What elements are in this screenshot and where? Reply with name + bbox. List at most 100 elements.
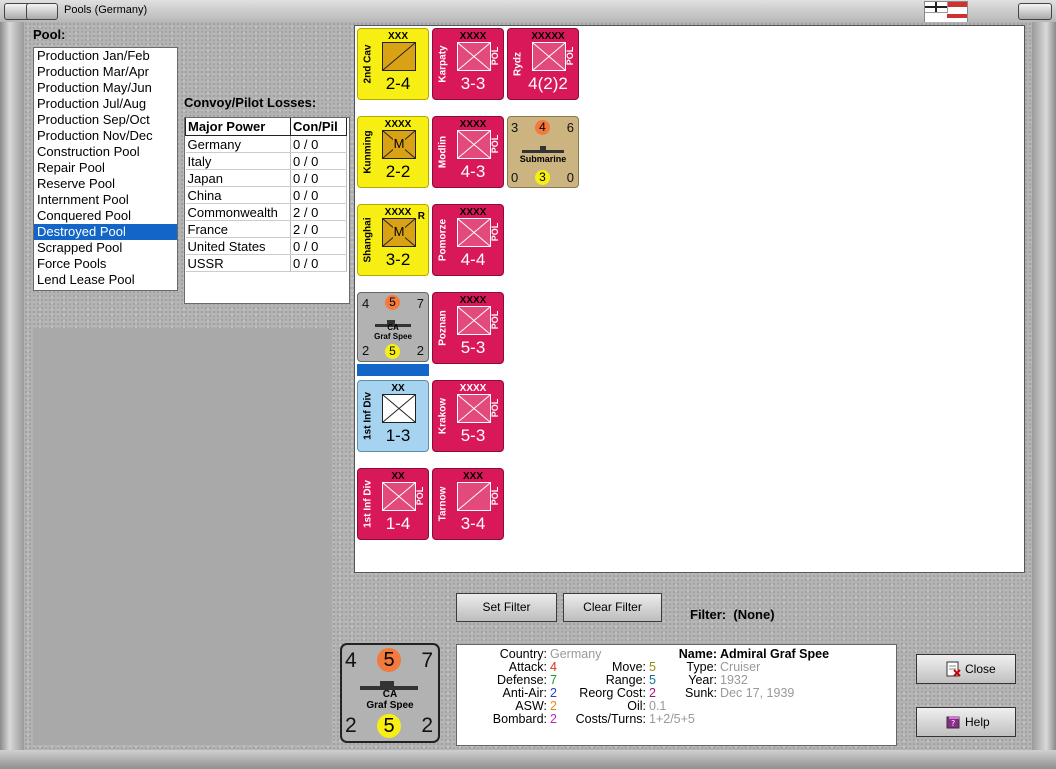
unit-size: XXXX <box>459 295 487 306</box>
convoy-label: Convoy/Pilot Losses: <box>184 95 317 110</box>
window-frame: Pools (Germany) Pool: Production Jan/Feb… <box>0 0 1056 769</box>
pool-item[interactable]: Force Pools <box>34 256 177 272</box>
ship-range: 2 <box>421 714 433 737</box>
pool-item[interactable]: Repair Pool <box>34 160 177 176</box>
infantry-symbol-icon <box>382 394 416 423</box>
counter-display[interactable]: 2nd Cav XXX 2-4 Karpaty XXXX POL 3-3 Ryd… <box>354 25 1025 573</box>
infantry-symbol-icon <box>457 218 491 247</box>
sub-move: 6 <box>566 120 574 135</box>
detail-value: 1932 <box>720 673 748 687</box>
detail-value: 2 <box>550 686 557 700</box>
unit-counter-poznan[interactable]: Poznan XXXX POL 5-3 <box>432 292 504 364</box>
unit-counter-karpaty[interactable]: Karpaty XXXX POL 3-3 <box>432 28 504 100</box>
column-header[interactable]: Con/Pil <box>290 118 347 136</box>
unit-counter-shanghai[interactable]: Shanghai XXXX R M 3-2 <box>357 204 429 276</box>
ship-aa: 2 <box>345 714 357 737</box>
unit-counter-rydz[interactable]: Rydz XXXXX POL 4(2)2 <box>507 28 579 100</box>
set-filter-button[interactable]: Set Filter <box>456 593 557 622</box>
unit-counter-tarnow[interactable]: Tarnow XXX POL 3-4 <box>432 468 504 540</box>
pool-item[interactable]: Production Nov/Dec <box>34 128 177 144</box>
ship-name: Graf Spee <box>366 700 414 711</box>
title-bar: Pools (Germany) <box>0 0 1056 23</box>
unit-size: XXXX <box>459 207 487 218</box>
unit-strength: 1-4 <box>385 514 411 533</box>
unit-size: XXX <box>462 471 483 482</box>
detail-value: Germany <box>550 647 602 661</box>
detail-value: Cruiser <box>720 660 761 674</box>
infantry-symbol-icon <box>457 394 491 423</box>
value-cell: 0 / 0 <box>290 254 347 272</box>
unit-counter-kunming[interactable]: Kunming XXXX M 2-2 <box>357 116 429 188</box>
power-cell: Italy <box>185 152 291 170</box>
value-cell: 0 / 0 <box>290 152 347 170</box>
militia-symbol-icon: M <box>382 130 416 159</box>
pool-list[interactable]: Production Jan/Feb Production Mar/Apr Pr… <box>33 47 178 291</box>
detail-value: 4 <box>550 660 557 674</box>
detail-label: Costs/Turns: <box>575 712 646 726</box>
help-button[interactable]: ? Help <box>916 707 1016 737</box>
power-cell: China <box>185 186 291 204</box>
pool-item[interactable]: Internment Pool <box>34 192 177 208</box>
pool-item-selected[interactable]: Destroyed Pool <box>34 224 177 240</box>
nation-label: POL <box>490 398 500 418</box>
unit-size: XXXX <box>384 207 412 218</box>
help-book-icon: ? <box>945 714 961 730</box>
unit-strength: 4(2)2 <box>528 74 568 93</box>
detail-value: 2 <box>550 712 557 726</box>
clear-filter-button[interactable]: Clear Filter <box>563 593 662 622</box>
value-cell: 0 / 0 <box>290 169 347 187</box>
close-button[interactable]: Close <box>916 654 1016 684</box>
ship-move: 7 <box>416 296 424 311</box>
pool-item[interactable]: Construction Pool <box>34 144 177 160</box>
unit-counter-graf-spee[interactable]: 4 5 7 CA Graf Spee 2 5 2 <box>357 292 429 362</box>
unit-counter-1st-inf-div-pol[interactable]: 1st Inf Div XX POL 1-4 <box>357 468 429 540</box>
detail-label: Sunk: <box>685 686 717 700</box>
unit-counter-krakow[interactable]: Krakow XXXX POL 5-3 <box>432 380 504 452</box>
unit-counter-1st-inf-div[interactable]: 1st Inf Div XX 1-3 <box>357 380 429 452</box>
pool-item[interactable]: Production Jul/Aug <box>34 96 177 112</box>
table-row: Germany 0 / 0 <box>185 135 347 153</box>
pool-item[interactable]: Production Mar/Apr <box>34 64 177 80</box>
pool-item[interactable]: Conquered Pool <box>34 208 177 224</box>
detail-value: 2 <box>649 686 656 700</box>
help-label: Help <box>965 715 990 729</box>
window-close-button[interactable] <box>1018 3 1052 20</box>
restore-button[interactable] <box>26 3 58 20</box>
nation-label: POL <box>490 134 500 154</box>
unit-size: XXXXX <box>531 31 565 42</box>
sub-bottom-circle: 3 <box>535 170 550 185</box>
pool-item[interactable]: Production Sep/Oct <box>34 112 177 128</box>
ship-class: CA <box>387 323 399 332</box>
unit-detail-panel: Country: Germany Attack: 4 Defense: 7 Anti-… <box>456 644 897 746</box>
ship-defense-circle: 5 <box>377 648 401 672</box>
unit-counter-2nd-cav[interactable]: 2nd Cav XXX 2-4 <box>357 28 429 100</box>
selected-unit-counter: 4 5 7 CA Graf Spee 2 5 2 <box>340 643 440 743</box>
unit-counter-modlin[interactable]: Modlin XXXX POL 4-3 <box>432 116 504 188</box>
detail-value: 5 <box>649 673 656 687</box>
table-row: China 0 / 0 <box>185 186 347 204</box>
unit-counter-submarine[interactable]: 3 4 6 Submarine 0 3 0 <box>507 116 579 188</box>
unit-counter-pomorze[interactable]: Pomorze XXXX POL 4-4 <box>432 204 504 276</box>
ship-class: CA <box>382 689 398 700</box>
ship-attack: 4 <box>362 296 370 311</box>
pool-item[interactable]: Lend Lease Pool <box>34 272 177 288</box>
ship-range: 2 <box>416 343 424 358</box>
value-cell: 0 / 0 <box>290 186 347 204</box>
pool-item[interactable]: Scrapped Pool <box>34 240 177 256</box>
value-cell: 0 / 0 <box>290 237 347 255</box>
detail-value: 1+2/5+5 <box>649 712 695 726</box>
unit-strength: 3-2 <box>385 250 411 269</box>
detail-value: 5 <box>649 660 656 674</box>
detail-value: 2 <box>550 699 557 713</box>
unit-size: XX <box>391 383 405 394</box>
ship-name: Graf Spee <box>374 332 412 341</box>
unit-strength: 2-2 <box>385 162 411 181</box>
pool-item[interactable]: Production Jan/Feb <box>34 48 177 64</box>
pool-item[interactable]: Reserve Pool <box>34 176 177 192</box>
sub-aa: 0 <box>511 170 519 185</box>
germany-flag-icon <box>924 1 968 23</box>
close-label: Close <box>965 662 996 676</box>
sub-defense: 4 <box>535 120 550 135</box>
pool-item[interactable]: Production May/Jun <box>34 80 177 96</box>
column-header[interactable]: Major Power <box>185 118 291 136</box>
